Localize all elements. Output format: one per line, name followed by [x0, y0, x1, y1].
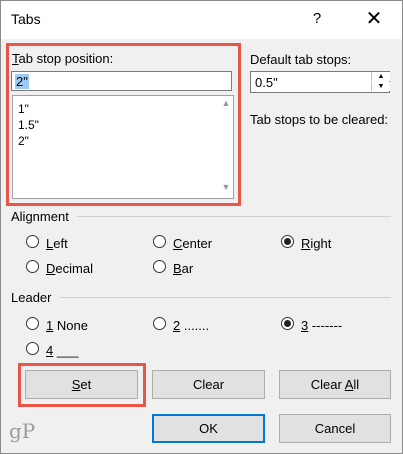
radio-circle-selected[interactable] [281, 235, 294, 248]
spin-down-icon[interactable]: ▼ [371, 82, 390, 91]
default-tab-stops-label: Default tab stops: [250, 52, 352, 67]
clear-button[interactable]: Clear [152, 370, 265, 399]
radio-circle-selected[interactable] [281, 317, 294, 330]
list-item[interactable]: 2" [18, 134, 29, 148]
tabs-dialog: Tabs ? ✕ Tab stop position: 2" 1" 1.5" 2… [0, 0, 403, 454]
alignment-label: Alignment [11, 209, 69, 224]
help-button[interactable]: ? [307, 10, 327, 30]
default-tab-stops-value: 0.5" [255, 75, 278, 90]
radio-circle[interactable] [26, 260, 39, 273]
watermark-logo: gP [9, 419, 36, 443]
scroll-up-icon[interactable]: ▲ [219, 98, 233, 112]
dialog-title: Tabs [11, 11, 41, 27]
tab-stop-position-input[interactable]: 2" [11, 71, 232, 91]
spin-up-icon[interactable]: ▲ [371, 72, 390, 81]
scroll-down-icon[interactable]: ▼ [219, 182, 233, 196]
tab-stop-position-label: Tab stop position: [12, 51, 114, 66]
leader-label: Leader [11, 290, 52, 305]
tab-stop-position-value: 2" [15, 74, 29, 89]
list-item[interactable]: 1" [18, 102, 29, 116]
alignment-divider [77, 216, 391, 217]
clear-all-button[interactable]: Clear All [279, 370, 391, 399]
radio-circle[interactable] [26, 235, 39, 248]
default-tab-stops-field[interactable]: 0.5" [250, 71, 390, 93]
radio-circle[interactable] [153, 260, 166, 273]
tab-stop-list[interactable]: 1" 1.5" 2" ▲ ▼ [12, 95, 234, 199]
tab-stops-to-clear-label: Tab stops to be cleared: [250, 112, 389, 127]
radio-circle[interactable] [26, 317, 39, 330]
close-button[interactable]: ✕ [362, 8, 386, 32]
title-bar: Tabs ? ✕ [1, 1, 402, 39]
leader-divider [60, 297, 391, 298]
set-button[interactable]: Set [25, 370, 138, 399]
radio-circle[interactable] [153, 317, 166, 330]
list-item[interactable]: 1.5" [18, 118, 39, 132]
cancel-button[interactable]: Cancel [279, 414, 391, 443]
ok-button[interactable]: OK [152, 414, 265, 443]
radio-circle[interactable] [26, 342, 39, 355]
radio-circle[interactable] [153, 235, 166, 248]
